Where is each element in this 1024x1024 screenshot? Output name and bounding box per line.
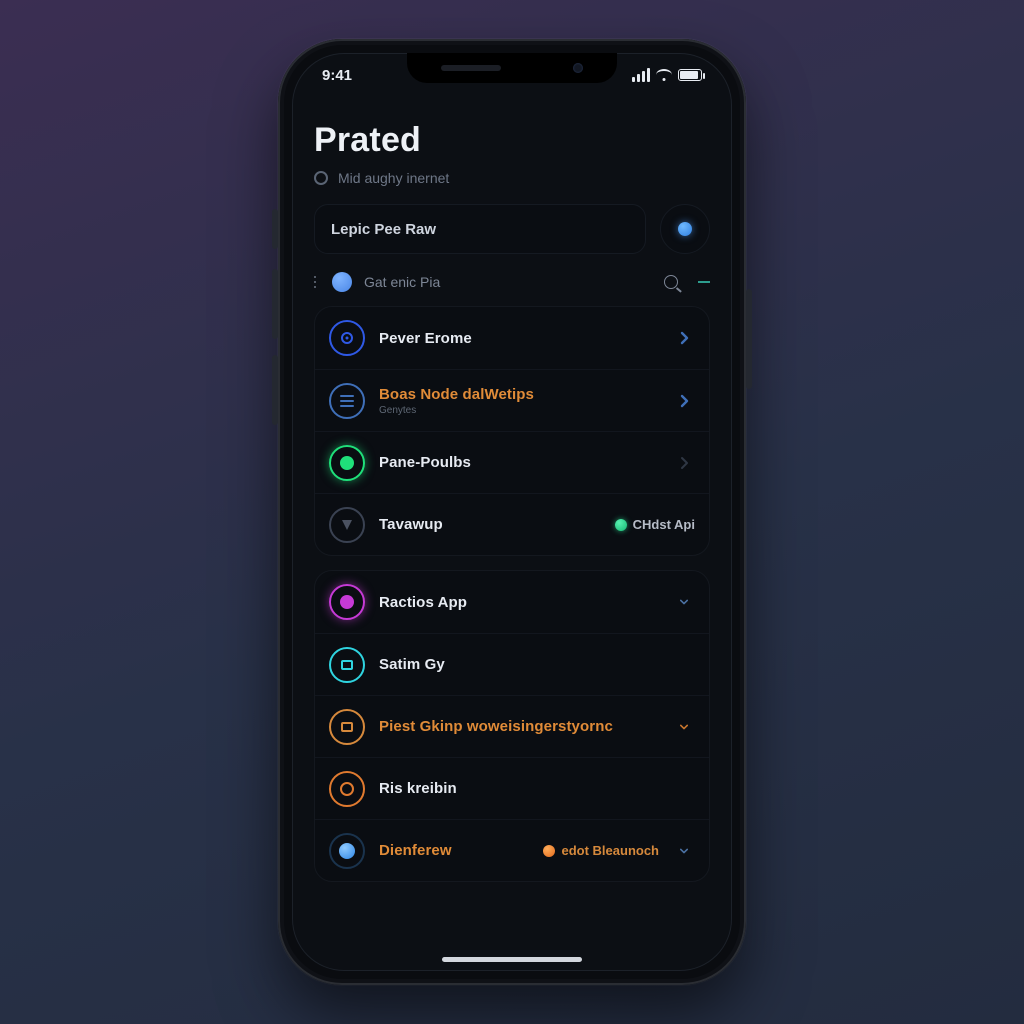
- side-button: [272, 209, 278, 249]
- list-item-label: Piest Gkinp woweisingerstyornc: [379, 718, 659, 735]
- list-item-extra: edot Bleaunoch: [543, 843, 659, 858]
- phone-frame: 9:41 Prated Mid aughy inernet Lepic Pee …: [278, 39, 746, 985]
- chevron-down-icon: [675, 722, 693, 732]
- bars-icon: [329, 383, 365, 419]
- badge-dot-icon: [615, 519, 627, 531]
- dash-icon: [698, 281, 710, 283]
- screen: 9:41 Prated Mid aughy inernet Lepic Pee …: [292, 53, 732, 971]
- filter-label: Gat enic Pia: [364, 274, 652, 290]
- search-input-value: Lepic Pee Raw: [331, 221, 436, 238]
- search-input[interactable]: Lepic Pee Raw: [314, 204, 646, 254]
- notch: [407, 53, 617, 83]
- dot-icon: [678, 222, 692, 236]
- chevron-down-icon: [675, 846, 693, 856]
- circle-outline-icon: [314, 171, 328, 185]
- list-item[interactable]: Piest Gkinp woweisingerstyornc: [315, 695, 709, 757]
- cellular-icon: [632, 68, 650, 82]
- speaker-grille: [441, 65, 501, 71]
- filter-dot-icon: [332, 272, 352, 292]
- badge-label: CHdst Api: [633, 517, 695, 532]
- power-button: [746, 289, 752, 389]
- chevron-down-icon: [675, 597, 693, 607]
- list-item-label: Dienferew: [379, 842, 529, 859]
- page-subtitle: Mid aughy inernet: [338, 170, 449, 186]
- volume-down-button: [272, 355, 278, 425]
- status-dot-icon: [329, 445, 365, 481]
- more-vertical-icon: [314, 276, 316, 288]
- status-time: 9:41: [322, 67, 352, 84]
- person-icon: [329, 507, 365, 543]
- target-icon: [329, 320, 365, 356]
- list-item[interactable]: Tavawup CHdst Api: [315, 493, 709, 555]
- status-dot-icon: [329, 584, 365, 620]
- list-item-label: Pane-Poulbs: [379, 454, 659, 471]
- badge: CHdst Api: [615, 517, 695, 532]
- app-icon: [329, 709, 365, 745]
- extra-label: edot Bleaunoch: [561, 843, 659, 858]
- volume-up-button: [272, 269, 278, 339]
- list-item-sublabel: Genytes: [379, 405, 659, 416]
- list-item[interactable]: Dienferew edot Bleaunoch: [315, 819, 709, 881]
- action-button[interactable]: [660, 204, 710, 254]
- extra-dot-icon: [543, 845, 555, 857]
- list-item-label: Ractios App: [379, 594, 659, 611]
- front-camera: [573, 63, 583, 73]
- search-icon: [664, 275, 678, 289]
- chevron-right-icon: [673, 456, 695, 470]
- wifi-icon: [656, 69, 672, 81]
- page-subtitle-row: Mid aughy inernet: [314, 170, 710, 186]
- page-title: Prated: [314, 121, 710, 160]
- app-icon: [329, 647, 365, 683]
- list-item[interactable]: Pever Erome: [315, 307, 709, 369]
- list-item[interactable]: Boas Node dalWetips Genytes: [315, 369, 709, 431]
- ring-icon: [329, 771, 365, 807]
- dot-icon: [329, 833, 365, 869]
- battery-icon: [678, 69, 702, 81]
- list-item[interactable]: Ractios App: [315, 571, 709, 633]
- list-item[interactable]: Pane-Poulbs: [315, 431, 709, 493]
- list-item-label: Satim Gy: [379, 656, 695, 673]
- list-item[interactable]: Ris kreibin: [315, 757, 709, 819]
- list-item[interactable]: Satim Gy: [315, 633, 709, 695]
- list-item-label: Ris kreibin: [379, 780, 695, 797]
- list-item-label: Boas Node dalWetips: [379, 386, 659, 403]
- filter-row[interactable]: Gat enic Pia: [314, 272, 710, 292]
- list-item-label: Tavawup: [379, 516, 595, 533]
- home-indicator[interactable]: [442, 957, 582, 962]
- list-group-2: Ractios App Satim Gy Piest Gkinp woweisi…: [314, 570, 710, 882]
- list-group-1: Pever Erome Boas Node dalWetips Genytes …: [314, 306, 710, 556]
- list-item-label: Pever Erome: [379, 330, 659, 347]
- chevron-right-icon: [673, 331, 695, 345]
- chevron-right-icon: [673, 394, 695, 408]
